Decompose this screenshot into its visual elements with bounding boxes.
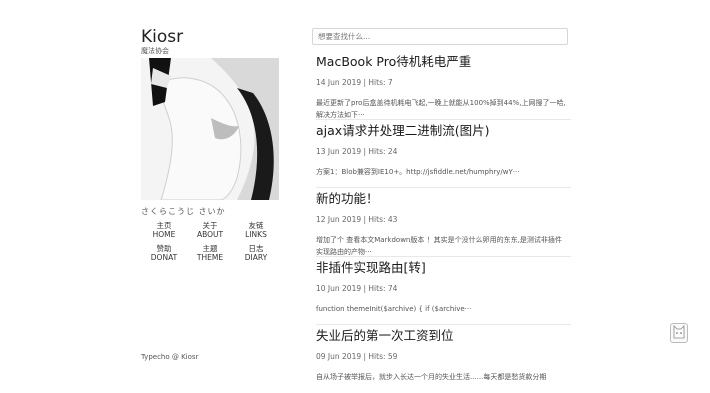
author-name: さくらこうじ さいか: [141, 207, 226, 216]
nav-item-links[interactable]: 友链 LINKS: [233, 221, 279, 239]
post-meta: 12 Jun 2019 | Hits: 43: [316, 215, 398, 224]
nav-label-en: DIARY: [244, 253, 268, 262]
cat-icon[interactable]: [670, 323, 688, 343]
post-title[interactable]: 失业后的第一次工资到位: [316, 325, 571, 344]
post-meta: 10 Jun 2019 | Hits: 74: [316, 283, 398, 293]
nav-item-home[interactable]: 主页 HOME: [141, 221, 187, 239]
post-excerpt: 最近更新了pro后盒盖待机耗电飞起,一晚上就能从100%掉到44%,上网搜了一哈…: [316, 99, 566, 119]
footer-text: Typecho @ Kiosr: [141, 353, 199, 361]
post-meta: 14 Jun 2019 | Hits: 7: [316, 78, 393, 87]
nav-item-theme[interactable]: 主题 THEME: [187, 244, 233, 262]
post-title[interactable]: ajax请求并处理二进制流(图片): [316, 120, 571, 139]
nav-label-en: DONAT: [150, 253, 178, 262]
post-excerpt: 自从场子被举报后，就步入长达一个月的失业生活......每天都是愁货款分期: [316, 373, 547, 381]
post-excerpt: 方案1：Blob兼容到IE10+。http://jsfiddle.net/hum…: [316, 167, 520, 176]
post-meta: 13 Jun 2019 | Hits: 24: [316, 146, 398, 156]
post-meta: 09 Jun 2019 | Hits: 59: [316, 352, 398, 361]
search-input[interactable]: [312, 28, 568, 45]
nav-label-zh: 主页: [156, 221, 172, 230]
nav-label-en: ABOUT: [196, 230, 224, 239]
post-item: 新的功能！ 12 Jun 2019 | Hits: 43 增加了个 查看本文Ma…: [316, 188, 571, 257]
post-item: 非插件实现路由[转] 10 Jun 2019 | Hits: 74 functi…: [316, 257, 571, 325]
post-title[interactable]: 非插件实现路由[转]: [316, 257, 571, 276]
post-title[interactable]: 新的功能！: [316, 188, 571, 207]
post-item: 失业后的第一次工资到位 09 Jun 2019 | Hits: 59 自从场子被…: [316, 325, 571, 393]
sidebar: Kiosr 魔法协会 さくらこうじ さいか 主页 HOME 关于 ABOUT 友链 L…: [141, 28, 286, 262]
nav-label-en: LINKS: [245, 230, 267, 239]
post-item: MacBook Pro待机耗电严重 14 Jun 2019 | Hits: 7 …: [316, 51, 571, 120]
nav-label-zh: 日志: [248, 244, 264, 253]
nav-label-zh: 赞助: [156, 244, 172, 253]
nav-label-en: HOME: [152, 230, 176, 239]
post-list: MacBook Pro待机耗电严重 14 Jun 2019 | Hits: 7 …: [316, 51, 571, 393]
nav-label-zh: 友链: [248, 221, 264, 230]
nav-label-zh: 关于: [202, 221, 218, 230]
nav-item-donat[interactable]: 赞助 DONAT: [141, 244, 187, 262]
nav-label-en: THEME: [196, 253, 224, 262]
post-excerpt: 增加了个 查看本文Markdown版本 ！其实是个没什么卵用的东东,是测试非插件…: [316, 236, 562, 256]
avatar-image: [141, 58, 279, 200]
post-excerpt: function themeInit($archive) { if ($arch…: [316, 304, 472, 313]
nav-item-about[interactable]: 关于 ABOUT: [187, 221, 233, 239]
post-item: ajax请求并处理二进制流(图片) 13 Jun 2019 | Hits: 24…: [316, 120, 571, 188]
nav-label-zh: 主题: [202, 244, 218, 253]
site-subtitle: 魔法协会: [141, 47, 169, 55]
post-title[interactable]: MacBook Pro待机耗电严重: [316, 51, 571, 70]
nav-item-diary[interactable]: 日志 DIARY: [233, 244, 279, 262]
site-title[interactable]: Kiosr: [141, 28, 286, 46]
nav-menu: 主页 HOME 关于 ABOUT 友链 LINKS 赞助 DONAT 主题 THEME 日…: [141, 221, 279, 262]
